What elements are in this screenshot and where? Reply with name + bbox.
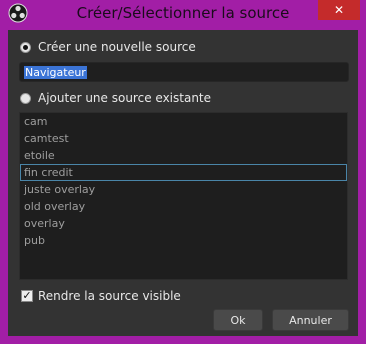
ok-button[interactable]: Ok xyxy=(213,309,263,331)
dialog-content: Créer une nouvelle source Navigateur Ajo… xyxy=(8,30,358,336)
visible-label: Rendre la source visible xyxy=(38,289,181,303)
list-item[interactable]: pub xyxy=(20,232,347,249)
list-item[interactable]: juste overlay xyxy=(20,181,347,198)
cancel-button[interactable]: Annuler xyxy=(272,309,349,331)
dialog-window: Créer/Sélectionner la source ✕ Créer une… xyxy=(0,0,366,344)
list-item[interactable]: old overlay xyxy=(20,198,347,215)
add-existing-option[interactable]: Ajouter une source existante xyxy=(20,91,211,105)
title-bar[interactable]: Créer/Sélectionner la source ✕ xyxy=(0,0,366,28)
visible-option[interactable]: ✓ Rendre la source visible xyxy=(21,289,181,303)
visible-checkbox[interactable]: ✓ xyxy=(21,290,33,302)
close-icon: ✕ xyxy=(333,3,345,17)
add-existing-radio[interactable] xyxy=(20,92,31,104)
create-new-radio[interactable] xyxy=(20,41,31,53)
existing-sources-list[interactable]: cam camtest etoile fin credit juste over… xyxy=(19,112,348,280)
list-item-selected[interactable]: fin credit xyxy=(20,164,347,181)
list-item[interactable]: cam xyxy=(20,113,347,130)
window-title: Créer/Sélectionner la source xyxy=(76,4,290,22)
source-name-input[interactable]: Navigateur xyxy=(19,62,349,82)
list-item[interactable]: etoile xyxy=(20,147,347,164)
source-name-value: Navigateur xyxy=(24,66,87,79)
create-new-option[interactable]: Créer une nouvelle source xyxy=(20,40,196,54)
list-item[interactable]: camtest xyxy=(20,130,347,147)
list-item[interactable]: overlay xyxy=(20,215,347,232)
create-new-label: Créer une nouvelle source xyxy=(38,40,196,54)
add-existing-label: Ajouter une source existante xyxy=(38,91,212,105)
close-button[interactable]: ✕ xyxy=(318,0,360,20)
